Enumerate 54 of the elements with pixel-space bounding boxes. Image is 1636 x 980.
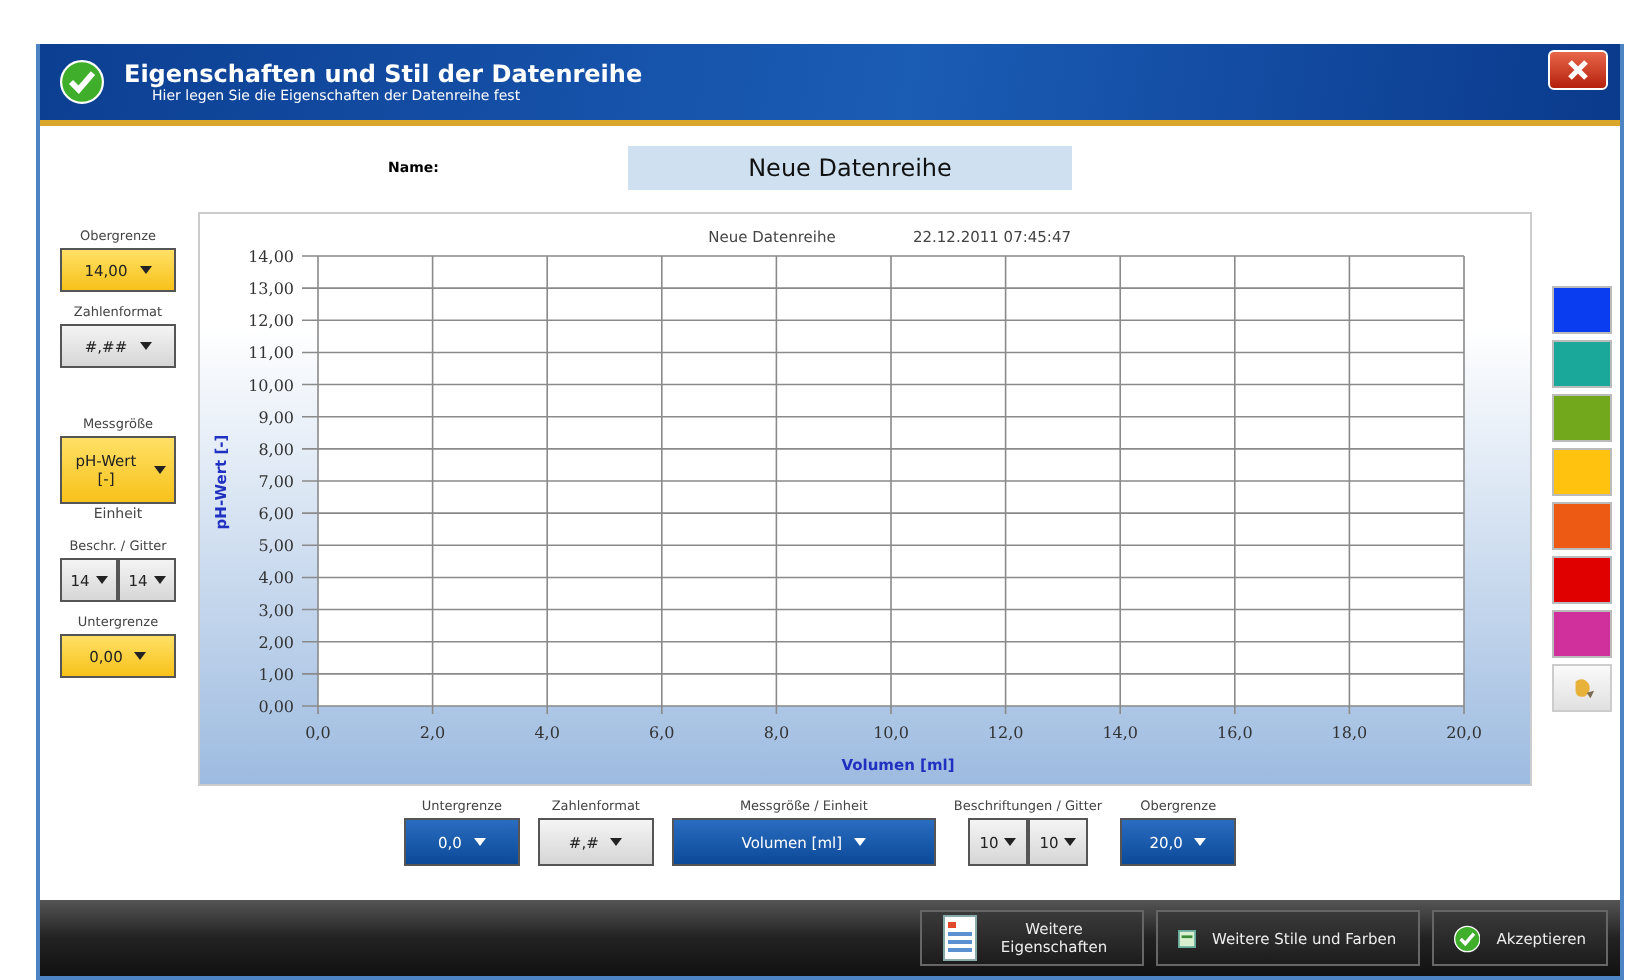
- caret-icon: [1194, 838, 1207, 846]
- x-tick-label: 8,0: [763, 724, 790, 742]
- caret-icon: [610, 838, 623, 846]
- caret-icon: [153, 576, 166, 584]
- y-tick-label: 6,00: [258, 505, 294, 524]
- window-title: Eigenschaften und Stil der Datenreihe: [124, 60, 643, 88]
- color-swatch[interactable]: [1552, 340, 1612, 388]
- x-tick-label: 6,0: [649, 724, 675, 742]
- y-tick-label: 13,00: [248, 280, 294, 299]
- y-tick-label: 3,00: [258, 601, 294, 620]
- y-tick-label: 7,00: [258, 473, 294, 491]
- color-swatch[interactable]: [1552, 394, 1612, 442]
- caret-icon: [139, 342, 152, 350]
- x-tick-label: 10,0: [873, 724, 909, 742]
- x-tick-label: 16,0: [1217, 724, 1253, 742]
- color-swatch[interactable]: [1552, 556, 1612, 604]
- x-tick-label: 12,0: [987, 724, 1024, 742]
- caret-icon: [154, 466, 166, 474]
- x-tick-label: 0,0: [305, 724, 331, 742]
- caret-icon: [139, 266, 152, 274]
- caret-icon: [1064, 838, 1077, 846]
- y-tick-label: 9,00: [258, 408, 294, 427]
- y-tick-label: 5,00: [258, 537, 294, 556]
- close-icon: [1566, 58, 1590, 82]
- color-picker-button[interactable]: [1552, 664, 1612, 712]
- x-tick-label: 14,0: [1102, 724, 1138, 742]
- x-tick-label: 20,0: [1446, 724, 1482, 742]
- checkmark-icon: [1454, 921, 1481, 955]
- caret-icon: [95, 576, 108, 584]
- x-tick-label: 2,0: [419, 724, 446, 742]
- y-tick-label: 14,00: [248, 248, 294, 266]
- name-field[interactable]: Neue Datenreihe: [628, 146, 1072, 190]
- y-tick-label: 1,00: [258, 665, 294, 684]
- close-button[interactable]: [1548, 50, 1608, 90]
- y-tick-label: 8,00: [258, 440, 294, 459]
- y-tick-label: 2,00: [258, 633, 294, 652]
- color-swatch[interactable]: [1552, 502, 1612, 550]
- y-tick-label: 11,00: [248, 344, 294, 363]
- caret-icon: [854, 838, 867, 846]
- document-icon: [942, 914, 978, 962]
- y-tick-label: 10,00: [248, 376, 294, 395]
- caret-icon: [134, 652, 147, 660]
- y-tick-label: 4,00: [258, 569, 294, 588]
- y-tick-label: 0,00: [258, 698, 294, 716]
- caret-icon: [473, 838, 486, 846]
- sheet-icon: [1178, 929, 1196, 947]
- y-tick-label: 12,00: [248, 312, 294, 331]
- x-tick-label: 18,0: [1331, 724, 1368, 742]
- caret-icon: [1004, 838, 1017, 846]
- color-swatch[interactable]: [1552, 448, 1612, 496]
- color-swatch[interactable]: [1552, 610, 1612, 658]
- color-swatch[interactable]: [1552, 286, 1612, 334]
- checkmark-icon: [60, 60, 104, 104]
- x-tick-label: 4,0: [534, 724, 560, 742]
